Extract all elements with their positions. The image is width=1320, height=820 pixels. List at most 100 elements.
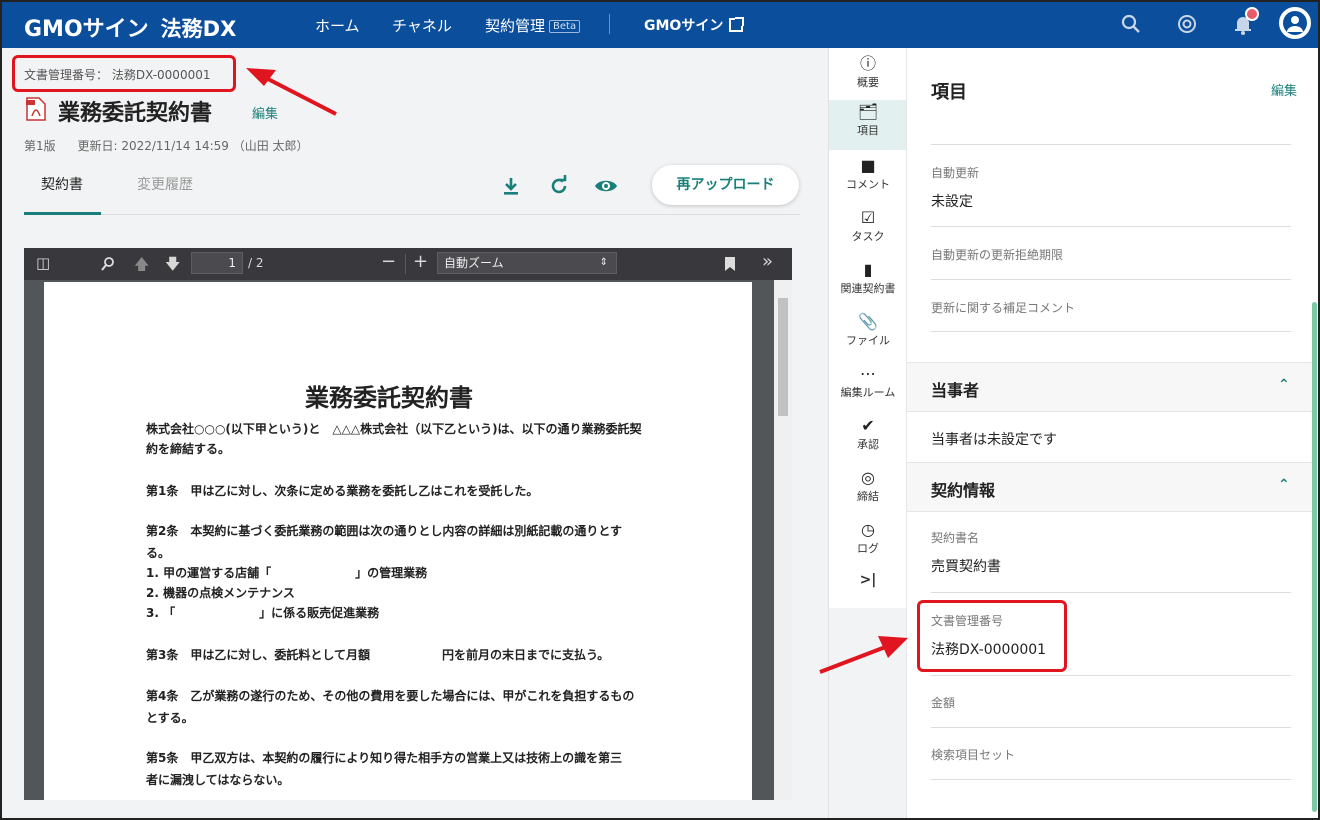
updated-value: 2022/11/14 14:59: [121, 139, 229, 153]
rail-label: タスク: [851, 230, 885, 243]
divider: [931, 279, 1291, 280]
next-page-icon[interactable]: 🡇: [165, 254, 180, 279]
rail-item-conclusion[interactable]: ◎ 締結: [829, 466, 907, 516]
rail-item-comment[interactable]: ■ コメント: [829, 154, 907, 204]
rail-label: 承認: [857, 438, 879, 451]
nav-contract-management[interactable]: 契約管理 Beta: [485, 15, 581, 36]
collapse-panel-icon[interactable]: >|: [829, 572, 907, 622]
paperclip-icon: 📎: [858, 312, 878, 331]
rail-item-edit-room[interactable]: ⋯ 編集ルーム: [829, 362, 907, 412]
more-tools-icon[interactable]: »: [762, 251, 773, 272]
clock-icon: ◷: [861, 520, 875, 539]
divider: [931, 144, 1291, 145]
panel-title: 項目: [931, 82, 967, 103]
info-icon: ⓘ: [859, 54, 876, 73]
rail-label: 項目: [857, 124, 879, 137]
document-meta: 第1版 更新日: 2022/11/14 14:59 （山田 太郎）: [24, 137, 309, 154]
toolbar-separator: [405, 254, 406, 274]
external-label: GMOサイン: [644, 18, 724, 34]
zoom-select-value: 自動ズーム: [444, 256, 504, 270]
highlight-box-docnum: [12, 55, 236, 92]
field-value-contract-name: 売買契約書: [931, 559, 1001, 575]
side-icon-rail: ⓘ 概要 🗂 項目 ■ コメント ☑ タスク ▮ 関連契約書 📎 ファイル ⋯ …: [828, 48, 907, 818]
pdf-viewer: ◫ 🡅 🡇 1 / 2 − + 自動ズーム ⇕ » 業務委託契約書 株式会社○○…: [24, 248, 792, 800]
zoom-in-icon[interactable]: +: [413, 251, 428, 272]
nav-gmo-sign-external[interactable]: GMOサイン: [644, 15, 745, 35]
rail-item-related-contracts[interactable]: ▮ 関連契約書: [829, 258, 907, 308]
tab-history[interactable]: 変更履歴: [137, 174, 193, 194]
page-line: 約を締結する。: [146, 442, 231, 456]
beta-badge: Beta: [549, 20, 581, 33]
section-contract-header[interactable]: 契約情報 ⌃: [907, 462, 1315, 512]
rail-item-approval[interactable]: ✔ 承認: [829, 414, 907, 464]
divider: [931, 727, 1291, 728]
page-line: 第4条 乙が業務の遂行のため、その他の費用を要した場合には、甲がこれを負担するも…: [146, 689, 635, 703]
rail-label: ログ: [857, 542, 879, 555]
bookmark-icon[interactable]: [724, 256, 736, 272]
panel-scrollbar[interactable]: [1312, 302, 1317, 812]
page-total: / 2: [248, 256, 264, 270]
parties-empty-text: 当事者は未設定です: [931, 432, 1057, 448]
nav-home[interactable]: ホーム: [315, 15, 360, 36]
page-line: 第1条 甲は乙に対し、次条に定める業務を委託し乙はこれを受託した。: [146, 484, 539, 498]
section-parties-title: 当事者: [931, 381, 980, 400]
page-line: る。: [146, 546, 171, 560]
page-line: とする。: [146, 711, 194, 725]
user-icon: [1287, 16, 1303, 32]
annotation-arrow-right: [819, 636, 908, 674]
section-parties-header[interactable]: 当事者 ⌃: [907, 362, 1315, 412]
page-number-input[interactable]: 1: [191, 252, 243, 274]
divider: [931, 226, 1291, 227]
rail-item-log[interactable]: ◷ ログ: [829, 518, 907, 568]
page-title: 業務委託契約書: [305, 384, 473, 412]
mention-icon[interactable]: [1175, 12, 1199, 36]
pdf-scrollbar[interactable]: [774, 280, 792, 800]
sidebar-toggle-icon[interactable]: ◫: [36, 254, 50, 272]
chevron-up-icon: ⌃: [1278, 477, 1290, 493]
external-link-icon: [729, 17, 745, 32]
prev-page-icon[interactable]: 🡅: [134, 254, 149, 279]
approve-user-icon: ✔: [861, 416, 875, 435]
reupload-button[interactable]: 再アップロード: [652, 165, 799, 205]
user-avatar[interactable]: [1279, 7, 1311, 39]
rail-item-files[interactable]: 📎 ファイル: [829, 310, 907, 360]
rail-label: ファイル: [846, 334, 890, 347]
pdf-toolbar: ◫ 🡅 🡇 1 / 2 − + 自動ズーム ⇕ »: [24, 248, 792, 280]
page-line: 1. 甲の運営する店舗「 」の管理業務: [146, 566, 428, 580]
task-check-icon: ☑: [860, 208, 876, 227]
eye-icon[interactable]: [594, 174, 618, 198]
rail-label: 締結: [857, 490, 879, 503]
divider: [931, 779, 1291, 780]
field-label-renewal-deadline: 自動更新の更新拒絶期限: [931, 248, 1064, 262]
nav-channel[interactable]: チャネル: [392, 15, 452, 36]
tab-active-indicator: [24, 212, 101, 215]
people-icon: ⋯: [860, 364, 876, 383]
comment-icon: ■: [860, 156, 876, 175]
zoom-select[interactable]: 自動ズーム ⇕: [437, 252, 617, 274]
document-icon: ▮: [863, 260, 873, 279]
tab-contract[interactable]: 契約書: [41, 174, 83, 194]
zoom-out-icon[interactable]: −: [381, 251, 396, 272]
document-title: 業務委託契約書: [58, 101, 213, 126]
page-line: 第5条 甲乙双方は、本契約の履行により知り得た相手方の営業上又は技術上の識を第三: [146, 751, 623, 765]
rail-item-overview[interactable]: ⓘ 概要: [829, 52, 907, 102]
rail-item-task[interactable]: ☑ タスク: [829, 206, 907, 256]
field-label-amount: 金額: [931, 696, 956, 710]
folder-icon: 🗂: [857, 102, 879, 121]
page-line: 株式会社○○○(以下甲という)と △△△株式会社（以下乙という)は、以下の通り業…: [146, 422, 642, 436]
page-line: 第3条 甲は乙に対し、委託料として月額 円を前月の末日までに支払う。: [146, 648, 610, 662]
logo[interactable]: GMOサイン 法務DX: [24, 11, 236, 43]
find-icon[interactable]: [100, 256, 116, 272]
document-main: 文書管理番号： 法務DX-0000001 業務委託契約書 編集 第1版 更新日:…: [2, 48, 828, 818]
rail-menu: ⓘ 概要 🗂 項目 ■ コメント ☑ タスク ▮ 関連契約書 📎 ファイル ⋯ …: [829, 48, 907, 608]
logo-text: GMOサイン: [24, 17, 149, 42]
pdf-scrollbar-thumb[interactable]: [778, 298, 788, 416]
rail-label: 概要: [857, 76, 879, 89]
rail-item-fields[interactable]: 🗂 項目: [829, 100, 907, 150]
panel-edit-link[interactable]: 編集: [1271, 80, 1297, 99]
page-line: 第2条 本契約に基づく委託業務の範囲は次の通りとし内容の詳細は別紙記載の通りとす: [146, 524, 622, 538]
download-icon[interactable]: [499, 174, 523, 198]
search-icon[interactable]: [1119, 12, 1143, 36]
target-icon: ◎: [861, 468, 875, 487]
refresh-icon[interactable]: [547, 174, 571, 198]
